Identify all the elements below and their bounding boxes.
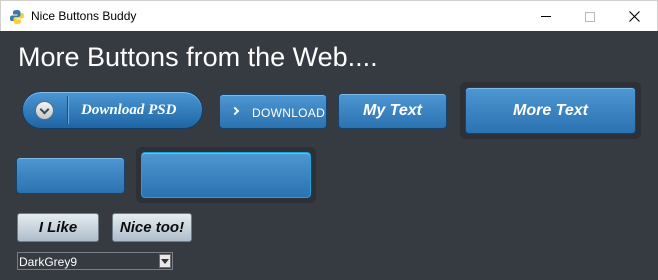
download-button[interactable]: DOWNLOAD — [219, 94, 327, 129]
maximize-button[interactable] — [567, 1, 613, 32]
minimize-button[interactable] — [523, 1, 569, 32]
button-divider — [67, 96, 68, 124]
blank-button-large[interactable] — [141, 152, 311, 198]
window-content: More Buttons from the Web.... Download P… — [0, 31, 658, 280]
close-button[interactable] — [611, 1, 657, 32]
download-label: DOWNLOAD — [252, 106, 326, 120]
window-title: Nice Buttons Buddy — [31, 9, 137, 23]
blank-button-small[interactable] — [16, 157, 125, 194]
more-text-button[interactable]: More Text — [465, 87, 636, 134]
theme-combo[interactable]: DarkGrey9 — [17, 252, 173, 270]
my-text-button[interactable]: My Text — [338, 93, 447, 129]
close-icon — [628, 11, 640, 22]
dropdown-arrow-icon[interactable] — [159, 254, 171, 268]
python-icon — [10, 10, 24, 24]
title-bar: Nice Buttons Buddy — [0, 0, 658, 31]
nice-too-button[interactable]: Nice too! — [112, 213, 192, 242]
chevron-right-icon — [230, 106, 240, 116]
chevron-down-icon — [35, 101, 54, 120]
download-psd-label: Download PSD — [81, 102, 177, 118]
download-psd-button[interactable]: Download PSD — [22, 91, 203, 129]
maximize-icon — [585, 11, 595, 22]
page-title: More Buttons from the Web.... — [18, 42, 378, 72]
theme-combo-value: DarkGrey9 — [19, 255, 78, 269]
i-like-button[interactable]: I Like — [17, 213, 99, 242]
minimize-icon — [541, 16, 551, 17]
